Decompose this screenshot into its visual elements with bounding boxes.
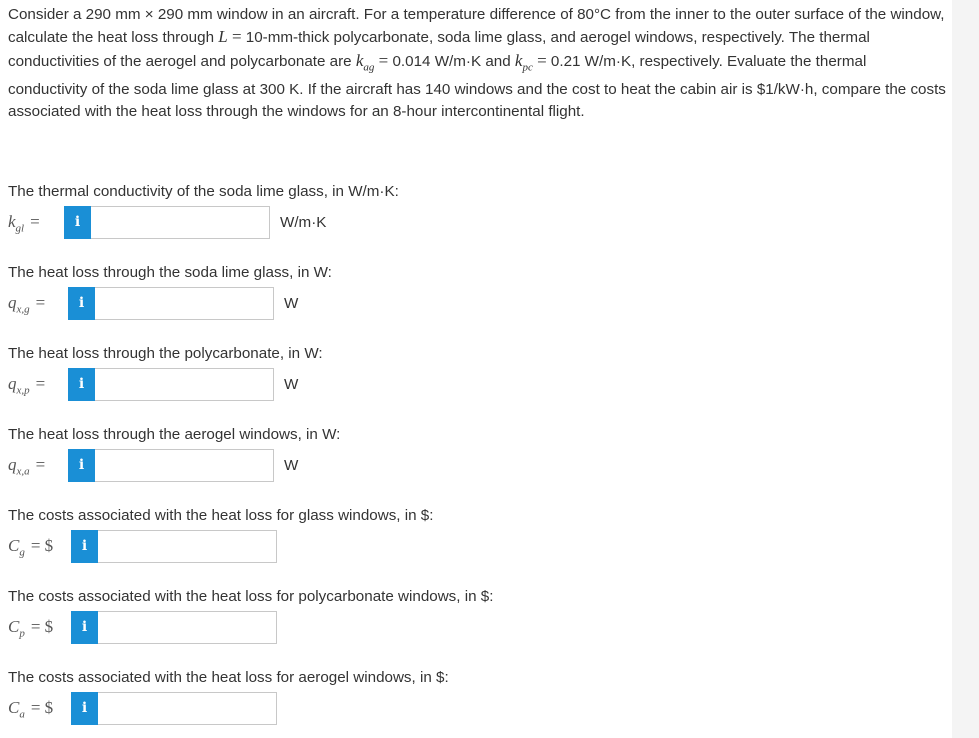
equals-kag: = [378, 50, 389, 70]
answer-symbol: qx,a = [8, 455, 45, 477]
answer-symbol: kgl = [8, 212, 40, 234]
polycarbonate-heat-loss-input[interactable] [95, 368, 274, 401]
symbol-base: q [8, 374, 17, 393]
answer-row: qx,a = i W [8, 449, 340, 483]
symbol-base: C [8, 617, 20, 636]
symbol-equals: = $ [30, 698, 54, 717]
answer-row: kgl = i W/m·K [8, 206, 399, 240]
answer-row: Cg = $ i [8, 530, 433, 564]
question-label: The costs associated with the heat loss … [8, 507, 434, 524]
info-icon[interactable]: i [68, 287, 95, 320]
symbol-sub: x,a [16, 465, 30, 478]
answer-row: Ca = $ i [8, 692, 449, 726]
aerogel-heat-loss-input[interactable] [95, 449, 274, 482]
symbol-base: q [8, 293, 17, 312]
glass-cost-input[interactable] [98, 530, 277, 563]
symbol-kpc: kpc [515, 51, 533, 74]
info-icon[interactable]: i [71, 611, 98, 644]
aerogel-cost-input[interactable] [98, 692, 277, 725]
answer-symbol: Cp = $ [8, 617, 53, 639]
info-icon[interactable]: i [71, 692, 98, 725]
info-icon[interactable]: i [68, 368, 95, 401]
question-glass-conductivity: The thermal conductivity of the soda lim… [8, 183, 399, 240]
symbol-equals: = [35, 374, 46, 393]
info-icon[interactable]: i [68, 449, 95, 482]
info-icon[interactable]: i [71, 530, 98, 563]
symbol-base: q [8, 455, 17, 474]
symbol-sub: x,p [16, 384, 30, 397]
symbol-sub: gl [15, 222, 25, 235]
question-glass-cost: The costs associated with the heat loss … [8, 507, 433, 564]
question-label: The costs associated with the heat loss … [8, 588, 494, 605]
symbol-kag: kag [356, 51, 375, 74]
symbol-base: k [8, 212, 16, 231]
glass-heat-loss-input[interactable] [95, 287, 274, 320]
question-label: The heat loss through the soda lime glas… [8, 264, 332, 281]
equals-L: = [231, 27, 242, 47]
answer-row: qx,g = i W [8, 287, 332, 321]
answer-row: Cp = $ i [8, 611, 493, 645]
glass-conductivity-input[interactable] [91, 206, 270, 239]
symbol-base: C [8, 698, 20, 717]
unit-label: W/m·K [280, 214, 327, 231]
unit-label: W [284, 376, 299, 393]
question-polycarbonate-heat-loss: The heat loss through the polycarbonate,… [8, 345, 323, 402]
question-aerogel-cost: The costs associated with the heat loss … [8, 669, 449, 726]
symbol-base: C [8, 536, 20, 555]
problem-statement: Consider a 290 mm × 290 mm window in an … [8, 4, 948, 123]
answer-symbol: qx,g = [8, 293, 45, 315]
question-glass-heat-loss: The heat loss through the soda lime glas… [8, 264, 332, 321]
question-label: The heat loss through the polycarbonate,… [8, 345, 323, 362]
question-aerogel-heat-loss: The heat loss through the aerogel window… [8, 426, 340, 483]
symbol-kag-sub: ag [363, 61, 375, 74]
symbol-sub: a [19, 708, 25, 721]
symbol-sub: g [19, 546, 25, 559]
symbol-sub: x,g [16, 303, 30, 316]
symbol-equals: = $ [30, 617, 54, 636]
problem-text-3: 0.014 W/m·K and [392, 52, 511, 70]
right-scroll-gutter [952, 0, 979, 738]
question-label: The heat loss through the aerogel window… [8, 426, 341, 443]
unit-label: W [284, 457, 299, 474]
unit-label: W [284, 295, 299, 312]
answer-symbol: Ca = $ [8, 698, 53, 720]
answer-symbol: Cg = $ [8, 536, 53, 558]
question-polycarbonate-cost: The costs associated with the heat loss … [8, 588, 493, 645]
symbol-kpc-sub: pc [522, 61, 533, 74]
symbol-equals: = [35, 455, 46, 474]
symbol-equals: = [30, 212, 40, 231]
symbol-equals: = [35, 293, 46, 312]
symbol-L: L [218, 27, 228, 47]
answer-row: qx,p = i W [8, 368, 323, 402]
symbol-equals: = $ [30, 536, 54, 555]
answer-symbol: qx,p = [8, 374, 45, 396]
symbol-sub: p [19, 627, 25, 640]
equals-kpc: = [537, 50, 547, 70]
polycarbonate-cost-input[interactable] [98, 611, 277, 644]
info-icon[interactable]: i [64, 206, 91, 239]
question-label: The thermal conductivity of the soda lim… [8, 183, 399, 200]
question-label: The costs associated with the heat loss … [8, 669, 449, 686]
